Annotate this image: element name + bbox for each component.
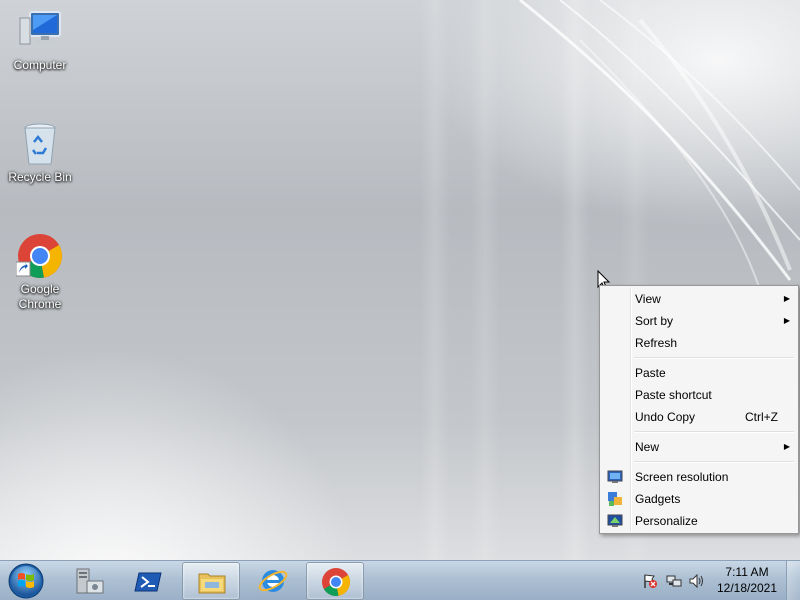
menu-item-paste[interactable]: Paste: [602, 362, 796, 384]
desktop-icon-computer[interactable]: Computer: [2, 8, 78, 73]
desktop-icon-label-line1: Google: [20, 282, 60, 296]
gadgets-icon: [608, 492, 622, 506]
desktop-icon-label: Computer: [13, 58, 67, 72]
clock-date: 12/18/2021: [716, 581, 778, 595]
clock-time: 7:11 AM: [725, 565, 769, 579]
network-icon[interactable]: [666, 573, 682, 589]
powershell-icon: [134, 572, 162, 592]
taskbar-powershell[interactable]: [120, 562, 178, 600]
menu-item-refresh[interactable]: Refresh: [602, 332, 796, 354]
menu-shortcut: Ctrl+Z: [745, 410, 778, 424]
desktop-context-menu: View ▶ Sort by ▶ Refresh Paste Paste sho…: [599, 285, 799, 534]
monitor-icon: [607, 470, 623, 483]
menu-separator: [602, 428, 796, 436]
show-desktop-button[interactable]: [786, 561, 800, 600]
submenu-arrow-icon: ▶: [783, 294, 790, 303]
menu-item-gadgets[interactable]: Gadgets: [602, 488, 796, 510]
taskbar-server-manager[interactable]: [60, 562, 118, 600]
volume-icon[interactable]: [688, 573, 704, 589]
taskbar-internet-explorer[interactable]: [244, 562, 302, 600]
menu-separator: [602, 458, 796, 466]
desktop-icon-label: Recycle Bin: [8, 170, 72, 184]
submenu-arrow-icon: ▶: [783, 316, 790, 325]
chrome-icon: [322, 568, 350, 597]
computer-icon: [16, 8, 64, 56]
shortcut-arrow-icon: [15, 261, 31, 277]
server-manager-icon: [76, 568, 104, 594]
submenu-arrow-icon: ▶: [783, 442, 790, 451]
action-center-flag-icon[interactable]: [642, 573, 658, 589]
menu-item-sort-by[interactable]: Sort by ▶: [602, 310, 796, 332]
menu-item-paste-shortcut[interactable]: Paste shortcut: [602, 384, 796, 406]
file-explorer-icon: [198, 573, 226, 594]
desktop-icon-label-line2: Chrome: [18, 297, 62, 311]
menu-item-new[interactable]: New ▶: [602, 436, 796, 458]
windows-logo-icon: [8, 563, 44, 599]
menu-item-personalize[interactable]: Personalize: [602, 510, 796, 532]
desktop-icon-google-chrome[interactable]: Google Chrome: [2, 232, 78, 312]
taskbar-google-chrome[interactable]: [306, 562, 364, 600]
menu-item-screen-resolution[interactable]: Screen resolution: [602, 466, 796, 488]
taskbar-clock[interactable]: 7:11 AM 12/18/2021: [712, 564, 782, 596]
start-button[interactable]: [6, 562, 46, 600]
chrome-icon: [15, 232, 64, 280]
desktop-icon-recycle-bin[interactable]: Recycle Bin: [2, 120, 78, 185]
personalize-icon: [607, 514, 623, 527]
menu-item-undo-copy[interactable]: Undo Copy Ctrl+Z: [602, 406, 796, 428]
internet-explorer-icon: [258, 570, 288, 592]
recycle-bin-icon: [16, 120, 64, 168]
taskbar: 7:11 AM 12/18/2021: [0, 560, 800, 600]
menu-separator: [602, 354, 796, 362]
taskbar-file-explorer[interactable]: [182, 562, 240, 600]
menu-item-view[interactable]: View ▶: [602, 288, 796, 310]
system-tray: 7:11 AM 12/18/2021: [640, 561, 800, 600]
